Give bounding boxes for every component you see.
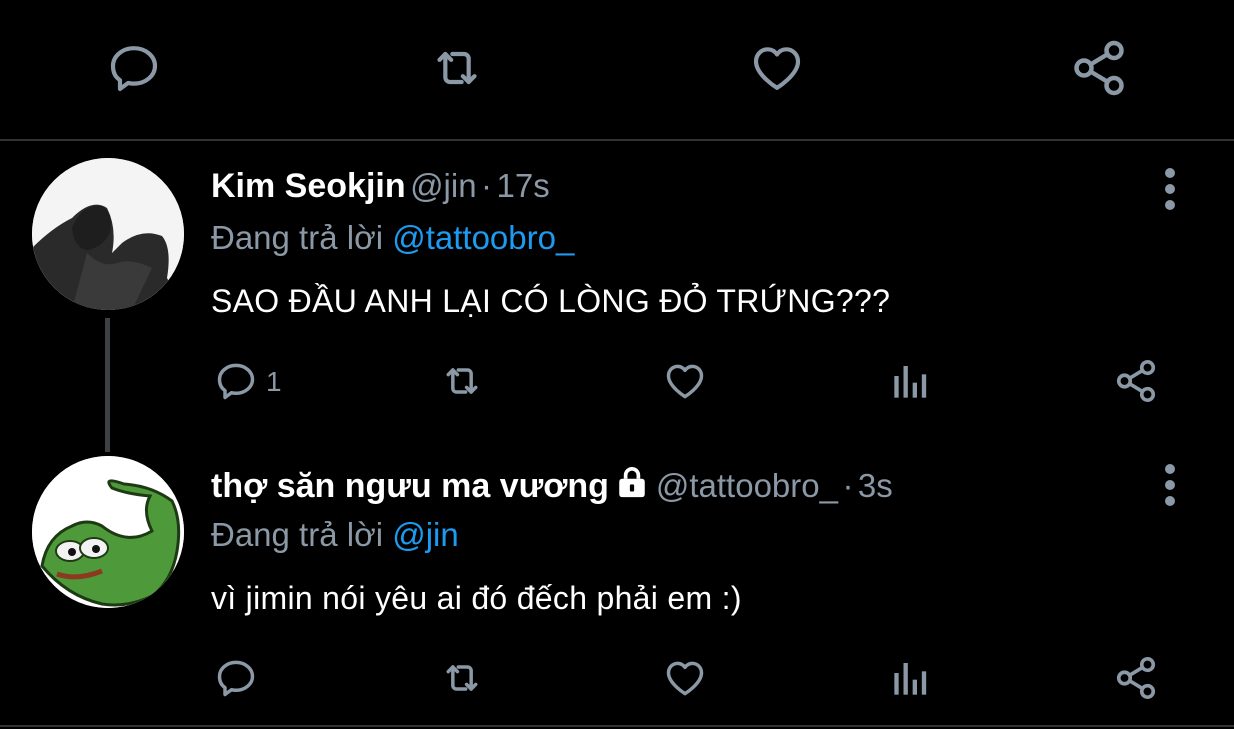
share-icon[interactable] — [1113, 655, 1159, 701]
reply-mention[interactable]: @jin — [392, 516, 459, 553]
avatar[interactable] — [32, 158, 184, 310]
tweet-text: SAO ĐẦU ANH LẠI CÓ LÒNG ĐỎ TRỨNG??? — [211, 283, 891, 319]
like-icon[interactable] — [662, 359, 708, 403]
parent-tweet-action-bar — [0, 0, 1234, 139]
display-name[interactable]: Kim Seokjin — [211, 167, 406, 205]
lock-icon — [613, 466, 651, 500]
reply-icon[interactable] — [213, 656, 259, 700]
reply-mention[interactable]: @tattoobro_ — [392, 219, 574, 256]
reply-context: Đang trả lời @jin — [211, 516, 459, 554]
separator-dot: · — [842, 467, 854, 504]
retweet-icon[interactable] — [436, 656, 488, 700]
tweet-header: Kim Seokjin @jin · 17s — [211, 167, 550, 206]
divider — [0, 139, 1234, 141]
more-vertical-icon[interactable] — [1165, 168, 1175, 216]
user-handle[interactable]: @jin — [410, 167, 477, 204]
more-vertical-icon[interactable] — [1165, 464, 1175, 512]
like-icon[interactable] — [662, 656, 708, 700]
display-name[interactable]: thợ săn ngưu ma vương — [211, 467, 609, 505]
reply-prefix: Đang trả lời — [211, 219, 384, 256]
share-icon[interactable] — [1068, 38, 1130, 98]
user-handle[interactable]: @tattoobro_ — [656, 467, 838, 504]
reply-icon[interactable] — [213, 359, 259, 403]
reply-prefix: Đang trả lời — [211, 516, 384, 553]
thread-line — [105, 318, 110, 452]
divider — [0, 725, 1234, 727]
views-icon[interactable] — [890, 658, 932, 698]
reply-icon[interactable] — [105, 40, 163, 96]
retweet-icon[interactable] — [424, 40, 490, 96]
like-icon[interactable] — [748, 40, 806, 96]
avatar[interactable] — [32, 456, 184, 608]
tweet-text: vì jimin nói yêu ai đó đếch phải em :) — [211, 580, 742, 616]
reply-count: 1 — [266, 366, 282, 397]
reply-context: Đang trả lời @tattoobro_ — [211, 219, 574, 257]
timestamp[interactable]: 17s — [496, 167, 549, 204]
views-icon[interactable] — [890, 361, 932, 401]
share-icon[interactable] — [1113, 358, 1159, 404]
separator-dot: · — [481, 167, 493, 204]
retweet-icon[interactable] — [436, 359, 488, 403]
timestamp[interactable]: 3s — [858, 467, 893, 504]
tweet-header: thợ săn ngưu ma vương @tattoobro_ · 3s — [211, 466, 893, 506]
